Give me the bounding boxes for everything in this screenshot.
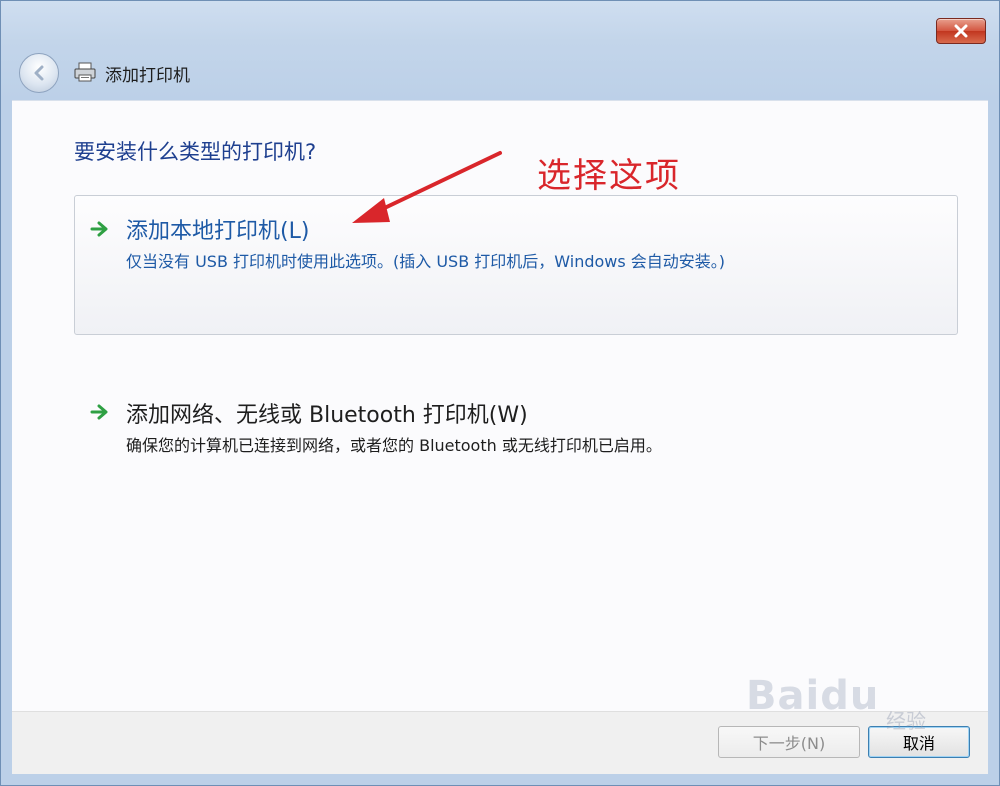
window-title: 添加打印机 — [105, 66, 190, 86]
watermark-sub: 经验 — [886, 709, 926, 733]
green-arrow-icon — [90, 221, 108, 237]
close-button[interactable] — [936, 18, 986, 44]
dialog-window: 添加打印机 要安装什么类型的打印机? 添加本地打印机(L) 仅当没有 USB 打… — [0, 0, 1000, 786]
next-button[interactable]: 下一步(N) — [718, 726, 860, 758]
back-arrow-icon — [34, 65, 44, 81]
option-network-title[interactable]: 添加网络、无线或 Bluetooth 打印机(W) — [126, 397, 528, 429]
footer-bar: 下一步(N) 取消 — [12, 711, 988, 774]
page-question: 要安装什么类型的打印机? — [74, 140, 317, 164]
annotation-label: 选择这项 — [537, 156, 681, 196]
watermark-logo: Baidu — [746, 673, 880, 719]
content-area: 要安装什么类型的打印机? 添加本地打印机(L) 仅当没有 USB 打印机时使用此… — [12, 100, 988, 711]
back-button[interactable] — [19, 53, 59, 93]
close-icon — [954, 24, 968, 38]
option-network-description: 确保您的计算机已连接到网络，或者您的 Bluetooth 或无线打印机已启用。 — [126, 436, 662, 455]
printer-icon — [74, 62, 96, 82]
green-arrow-icon — [90, 404, 108, 420]
option-local-title[interactable]: 添加本地打印机(L) — [126, 213, 309, 245]
option-local-description: 仅当没有 USB 打印机时使用此选项。(插入 USB 打印机后，Windows … — [126, 252, 726, 271]
